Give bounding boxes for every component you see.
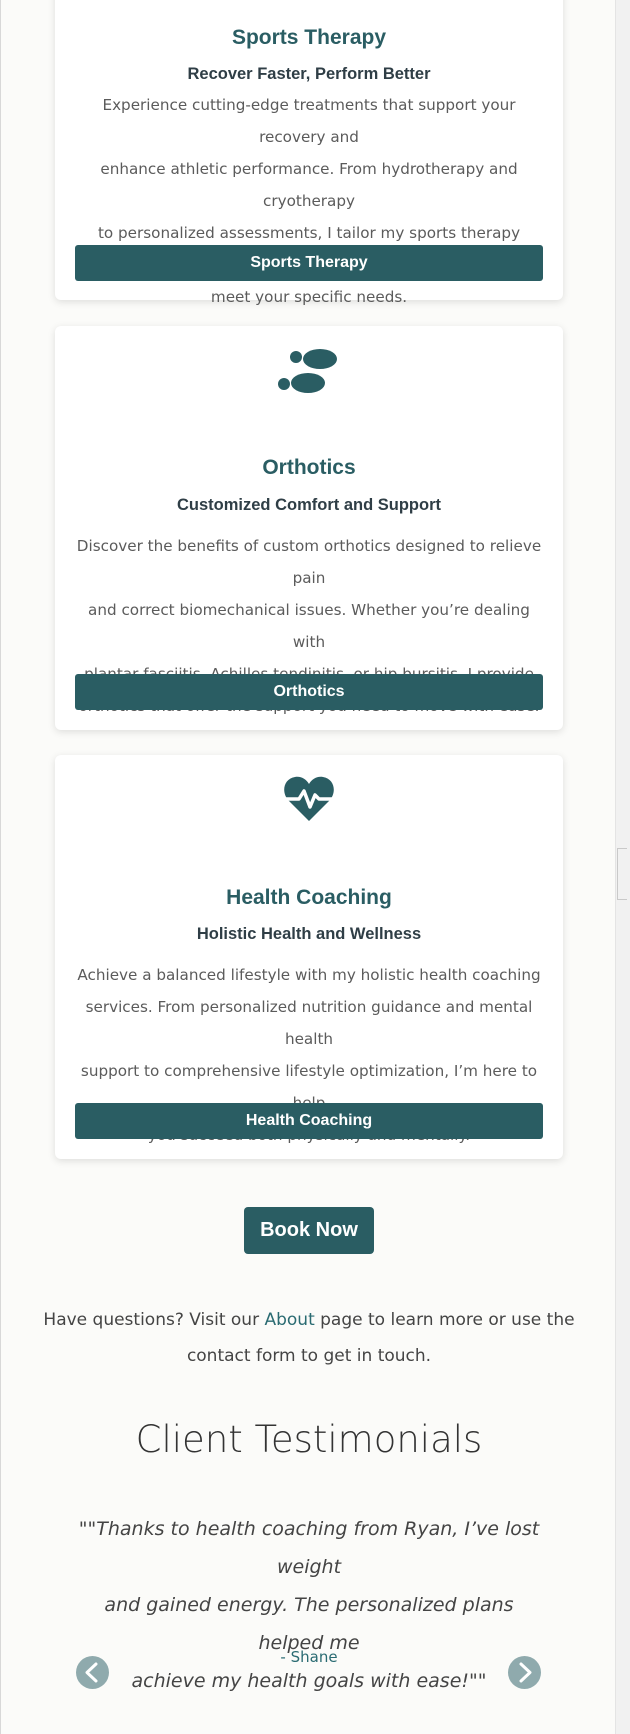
questions-text: Have questions? Visit our About page to … <box>40 1302 578 1374</box>
testimonial-quote: ""Thanks to health coaching from Ryan, I… <box>70 1510 548 1700</box>
book-now-button[interactable]: Book Now <box>244 1207 374 1254</box>
page-left-border <box>0 0 1 1734</box>
description-line: enhance athletic performance. From hydro… <box>100 160 518 210</box>
previous-testimonial-button[interactable] <box>76 1656 109 1689</box>
orthotics-button[interactable]: Orthotics <box>75 674 543 710</box>
service-card-health-coaching: Health Coaching Holistic Health and Well… <box>55 755 563 1159</box>
next-testimonial-button[interactable] <box>508 1656 541 1689</box>
service-subtitle: Holistic Health and Wellness <box>196 925 422 943</box>
description-line: and correct biomechanical issues. Whethe… <box>88 601 530 651</box>
chevron-right-icon <box>519 1662 532 1683</box>
about-link[interactable]: About <box>264 1310 314 1330</box>
description-line: meet your specific needs. <box>210 288 408 306</box>
service-card-sports-therapy: Sports Therapy Recover Faster, Perform B… <box>55 0 563 306</box>
health-coaching-button[interactable]: Health Coaching <box>75 1103 543 1139</box>
description-line: Discover the benefits of custom orthotic… <box>76 537 542 587</box>
description-line: services. From personalized nutrition gu… <box>85 998 533 1048</box>
service-title: Health Coaching <box>226 886 392 909</box>
scrollbar-thumb[interactable] <box>617 848 627 900</box>
quote-line: achieve my health goals with ease!"" <box>131 1670 487 1692</box>
heart-pulse-icon <box>283 776 335 821</box>
quote-line: ""Thanks to health coaching from Ryan, I… <box>78 1518 540 1578</box>
scrollbar[interactable] <box>615 0 630 1734</box>
service-card-orthotics: Orthotics Customized Comfort and Support… <box>55 326 563 730</box>
service-title: Sports Therapy <box>231 26 387 49</box>
chevron-left-icon <box>85 1662 98 1683</box>
description-line: Experience cutting-edge treatments that … <box>102 96 516 146</box>
testimonials-heading: Client Testimonials <box>135 1418 483 1461</box>
service-subtitle: Recover Faster, Perform Better <box>187 65 431 83</box>
sports-therapy-button[interactable]: Sports Therapy <box>75 245 543 281</box>
footprints-icon <box>278 349 337 393</box>
questions-text-before: Have questions? Visit our <box>43 1310 265 1330</box>
description-line: Achieve a balanced lifestyle with my hol… <box>77 966 541 984</box>
service-subtitle: Customized Comfort and Support <box>177 496 441 514</box>
service-title: Orthotics <box>262 456 356 479</box>
